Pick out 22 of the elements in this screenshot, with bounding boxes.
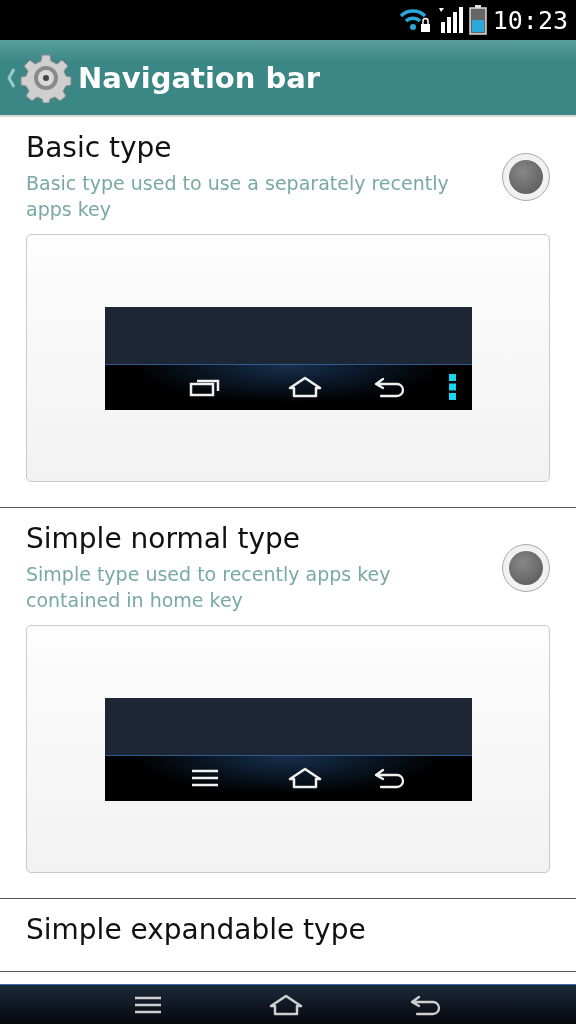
clock-time: 10:23 [492,5,568,35]
screen-title: Navigation bar [78,60,321,95]
overflow-menu-icon[interactable] [449,374,457,400]
battery-icon [468,5,487,35]
signal-icon [436,6,463,34]
option-title: Simple expandable type [26,913,366,946]
menu-icon[interactable] [132,994,163,1015]
menu-icon[interactable] [189,768,220,788]
recent-apps-icon[interactable] [188,377,221,397]
home-icon[interactable] [286,767,323,789]
back-icon[interactable] [372,376,407,398]
option-title: Basic type [26,131,173,164]
option-description: Simple type used to recently apps key contained in home key [26,562,392,613]
option-description: Basic type used to use a separately recently apps key [26,171,450,222]
settings-icon[interactable] [6,52,72,103]
radio-button[interactable] [502,152,550,201]
back-icon[interactable] [372,767,407,789]
home-icon[interactable] [268,993,304,1016]
wifi-icon [398,7,431,33]
home-icon[interactable] [286,376,323,398]
radio-button[interactable] [502,543,550,592]
option-title: Simple normal type [26,522,302,555]
